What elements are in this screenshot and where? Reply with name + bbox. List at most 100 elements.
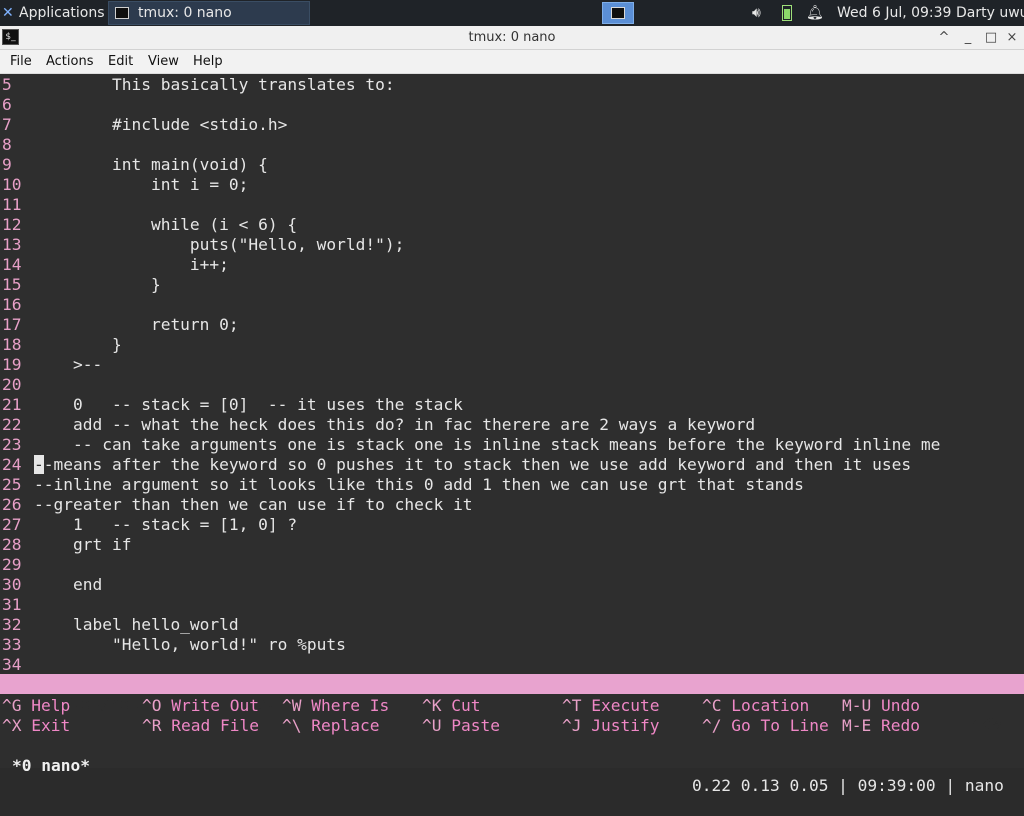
shortcut-key: ^U bbox=[422, 716, 442, 735]
shortcut-hint: ^/ Go To Line bbox=[702, 716, 829, 736]
line-number: 32 bbox=[2, 615, 22, 634]
shortcut-label: Write Out bbox=[171, 696, 259, 715]
shortcut-key: ^W bbox=[282, 696, 302, 715]
shortcut-label: Exit bbox=[31, 716, 71, 735]
terminal-area[interactable]: 5 This basically translates to: 6 7 #inclu… bbox=[0, 74, 1024, 795]
line-number: 7 bbox=[2, 115, 12, 134]
line-number: 30 bbox=[2, 575, 22, 594]
menu-file[interactable]: File bbox=[10, 50, 32, 73]
shortcut-hint: M-U Undo bbox=[842, 696, 920, 716]
tmux-window-name[interactable]: *0 nano* bbox=[12, 756, 90, 776]
line-text[interactable]: --means after the keyword so 0 pushes it… bbox=[34, 455, 911, 475]
shortcut-key: ^X bbox=[2, 716, 22, 735]
menu-help[interactable]: Help bbox=[193, 50, 223, 73]
line-number: 23 bbox=[2, 435, 22, 454]
line-number: 19 bbox=[2, 355, 22, 374]
shortcut-label: Execute bbox=[591, 696, 660, 715]
line-text[interactable]: end bbox=[34, 575, 102, 595]
line-number: 12 bbox=[2, 215, 22, 234]
taskbar-window-button[interactable]: tmux: 0 nano bbox=[108, 1, 310, 25]
line-text[interactable]: -- can take arguments one is stack one i… bbox=[34, 435, 940, 455]
shortcut-key: M-U bbox=[842, 696, 872, 715]
line-text[interactable]: int i = 0; bbox=[34, 175, 248, 195]
line-text[interactable]: This basically translates to: bbox=[34, 75, 395, 95]
line-number: 29 bbox=[2, 555, 22, 574]
shortcut-label: Go To Line bbox=[731, 716, 829, 735]
line-text[interactable]: grt if bbox=[34, 535, 132, 555]
user-menu[interactable]: Darty uwu bbox=[956, 0, 1024, 26]
bell-icon[interactable]: 🔔︎ bbox=[806, 0, 824, 26]
line-number: 8 bbox=[2, 135, 12, 154]
line-text[interactable]: while (i < 6) { bbox=[34, 215, 297, 235]
line-number: 14 bbox=[2, 255, 22, 274]
battery-icon[interactable] bbox=[782, 5, 792, 21]
shortcut-key: ^C bbox=[702, 696, 722, 715]
line-text[interactable]: 0 -- stack = [0] -- it uses the stack bbox=[34, 395, 463, 415]
line-text[interactable]: #include <stdio.h> bbox=[34, 115, 287, 135]
line-number: 11 bbox=[2, 195, 22, 214]
close-button[interactable]: × bbox=[1002, 26, 1022, 49]
line-number: 5 bbox=[2, 75, 12, 94]
line-number: 27 bbox=[2, 515, 22, 534]
shortcut-label: Where Is bbox=[311, 696, 390, 715]
shortcut-key: ^K bbox=[422, 696, 442, 715]
line-text[interactable]: label hello_world bbox=[34, 615, 239, 635]
line-text[interactable]: >-- bbox=[34, 355, 102, 375]
line-number: 18 bbox=[2, 335, 22, 354]
line-number: 20 bbox=[2, 375, 22, 394]
shortcut-hint: M-E Redo bbox=[842, 716, 920, 736]
shortcut-label: Paste bbox=[451, 716, 500, 735]
line-text[interactable]: int main(void) { bbox=[34, 155, 268, 175]
line-text[interactable]: puts("Hello, world!"); bbox=[34, 235, 404, 255]
clock[interactable]: Wed 6 Jul, 09:39 bbox=[837, 0, 951, 26]
line-text[interactable]: 1 -- stack = [1, 0] ? bbox=[34, 515, 297, 535]
line-number: 17 bbox=[2, 315, 22, 334]
tmux-status-bar: *0 nano* 0.22 0.13 0.05 | 09:39:00 | nan… bbox=[0, 736, 1024, 795]
shortcut-label: Undo bbox=[881, 696, 920, 715]
line-number: 16 bbox=[2, 295, 22, 314]
menu-bar: File Actions Edit View Help bbox=[0, 50, 1024, 74]
line-text[interactable]: } bbox=[34, 335, 122, 355]
window-title: tmux: 0 nano bbox=[468, 30, 556, 45]
shortcut-label: Redo bbox=[881, 716, 920, 735]
line-number: 26 bbox=[2, 495, 22, 514]
shortcut-hint: ^R Read File bbox=[142, 716, 259, 736]
line-text[interactable]: i++; bbox=[34, 255, 229, 275]
shortcut-label: Justify bbox=[591, 716, 660, 735]
menu-edit[interactable]: Edit bbox=[108, 50, 133, 73]
shortcut-hint: ^O Write Out bbox=[142, 696, 259, 716]
shortcut-label: Location bbox=[731, 696, 810, 715]
shortcut-hint: ^X Exit bbox=[2, 716, 70, 736]
volume-icon[interactable]: 🔊︎ bbox=[752, 0, 761, 26]
line-text[interactable]: "Hello, world!" ro %puts bbox=[34, 635, 346, 655]
line-number: 34 bbox=[2, 655, 22, 674]
window-titlebar[interactable]: $_ tmux: 0 nano ^ _ □ × bbox=[0, 26, 1024, 50]
minimize-button[interactable]: _ bbox=[958, 26, 978, 49]
line-text[interactable]: --inline argument so it looks like this … bbox=[34, 475, 804, 495]
line-text[interactable]: return 0; bbox=[34, 315, 239, 335]
menu-actions[interactable]: Actions bbox=[46, 50, 94, 73]
shortcut-hint: ^C Location bbox=[702, 696, 809, 716]
applications-menu[interactable]: Applications bbox=[19, 0, 105, 26]
line-text[interactable]: --greater than then we can use if to che… bbox=[34, 495, 473, 515]
shortcut-key: ^J bbox=[562, 716, 582, 735]
shortcut-hint: ^G Help bbox=[2, 696, 70, 716]
shortcut-label: Read File bbox=[171, 716, 259, 735]
roll-up-button[interactable]: ^ bbox=[934, 26, 954, 49]
shortcut-label: Help bbox=[31, 696, 71, 715]
line-text[interactable]: } bbox=[34, 275, 161, 295]
line-number: 33 bbox=[2, 635, 22, 654]
text-cursor: - bbox=[34, 455, 44, 474]
line-number: 21 bbox=[2, 395, 22, 414]
line-number: 31 bbox=[2, 595, 22, 614]
shortcut-hint: ^T Execute bbox=[562, 696, 659, 716]
shortcut-key: M-E bbox=[842, 716, 872, 735]
maximize-button[interactable]: □ bbox=[981, 26, 1001, 49]
line-text[interactable]: add -- what the heck does this do? in fa… bbox=[34, 415, 755, 435]
menu-view[interactable]: View bbox=[148, 50, 179, 73]
shortcut-key: ^R bbox=[142, 716, 162, 735]
shortcut-label: Cut bbox=[451, 696, 481, 715]
xfce-mouse-icon[interactable]: ✕ bbox=[2, 0, 18, 26]
taskbar-window-label: tmux: 0 nano bbox=[138, 5, 232, 21]
workspace-button[interactable] bbox=[602, 2, 634, 24]
